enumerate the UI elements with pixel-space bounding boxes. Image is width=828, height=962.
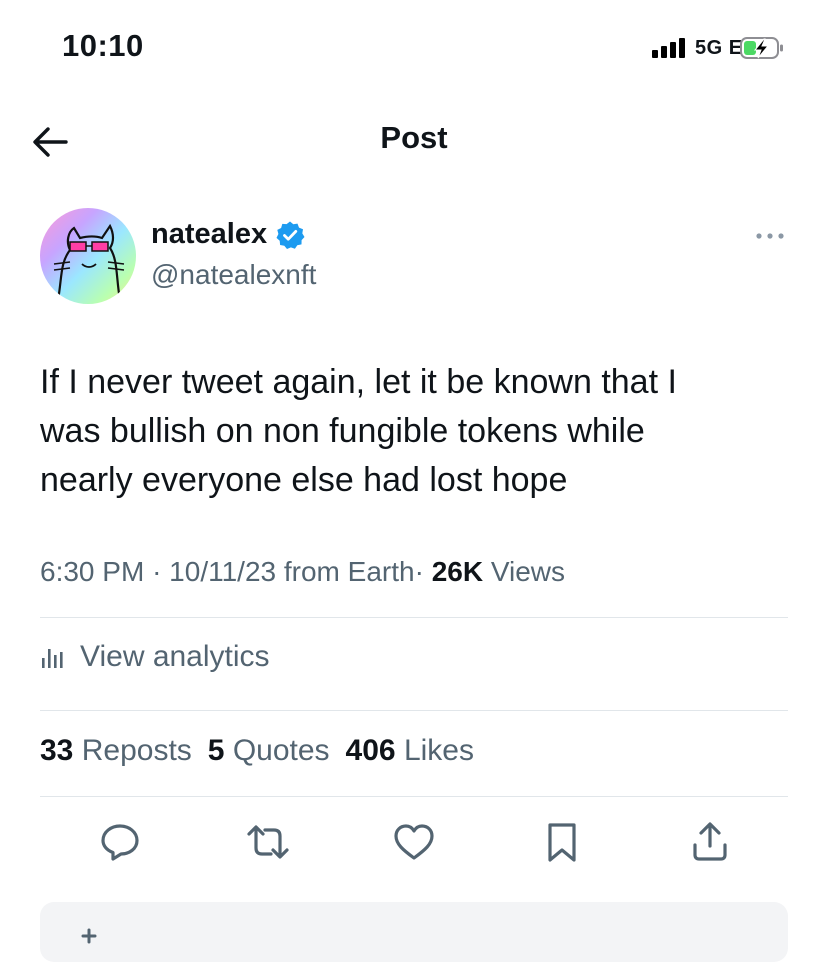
bar-chart-icon [42, 649, 63, 668]
divider [40, 617, 788, 618]
reposts-count: 33 [40, 734, 74, 767]
tweet-meta: 6:30 PM · 10/11/23 from Earth· 26K Views [40, 556, 565, 588]
action-bar [0, 818, 828, 870]
likes-count: 406 [345, 734, 396, 767]
tweet-text-line: If I never tweet again, let it be known … [40, 363, 677, 401]
reposts-stat[interactable]: 33 Reposts [40, 734, 192, 768]
quotes-stat[interactable]: 5 Quotes [208, 734, 330, 768]
reposts-label: Reposts [81, 734, 192, 767]
status-time: 10:10 [62, 28, 144, 63]
tweet-source: from Earth [283, 556, 415, 587]
author-handle[interactable]: @natealexnft [151, 259, 316, 291]
views-count: 26K [431, 556, 484, 587]
tweet-text: If I never tweet again, let it be known … [40, 358, 790, 505]
bookmark-icon[interactable] [538, 818, 586, 866]
share-icon[interactable] [686, 818, 734, 866]
reply-icon[interactable] [96, 818, 144, 866]
divider [40, 796, 788, 797]
tweet-time[interactable]: 6:30 PM [40, 556, 144, 587]
reply-prompt-box[interactable] [40, 902, 788, 962]
tweet-text-line: was bullish on non fungible tokens while [40, 412, 645, 450]
meta-separator: · [152, 556, 162, 587]
battery-charging-icon [740, 37, 783, 59]
likes-label: Likes [403, 734, 474, 767]
rainbow-cat-avatar-icon [40, 208, 136, 304]
network-type: 5G E [695, 37, 743, 59]
view-analytics-button[interactable]: View analytics [40, 640, 270, 674]
avatar[interactable] [40, 208, 136, 304]
author-display-name[interactable]: natealex [151, 218, 267, 251]
tweet-text-line: nearly everyone else had lost hope [40, 461, 568, 499]
page-title: Post [380, 120, 448, 155]
meta-separator: · [414, 556, 424, 587]
likes-stat[interactable]: 406 Likes [346, 734, 474, 768]
engagement-stats: 33 Reposts 5 Quotes 406 Likes [40, 734, 474, 768]
repost-icon[interactable] [244, 818, 292, 866]
verified-badge-icon [276, 221, 305, 249]
like-icon[interactable] [390, 818, 438, 866]
divider [40, 710, 788, 711]
cellular-signal-icon [652, 36, 685, 58]
tweet-date[interactable]: 10/11/23 [169, 556, 276, 587]
more-options-icon[interactable] [754, 231, 786, 241]
views-label: Views [490, 556, 566, 587]
quotes-label: Quotes [232, 734, 330, 767]
view-analytics-label[interactable]: View analytics [80, 640, 270, 674]
quotes-count: 5 [207, 734, 225, 767]
sparkle-icon [81, 928, 97, 944]
author-name-row[interactable]: natealex [151, 218, 305, 251]
